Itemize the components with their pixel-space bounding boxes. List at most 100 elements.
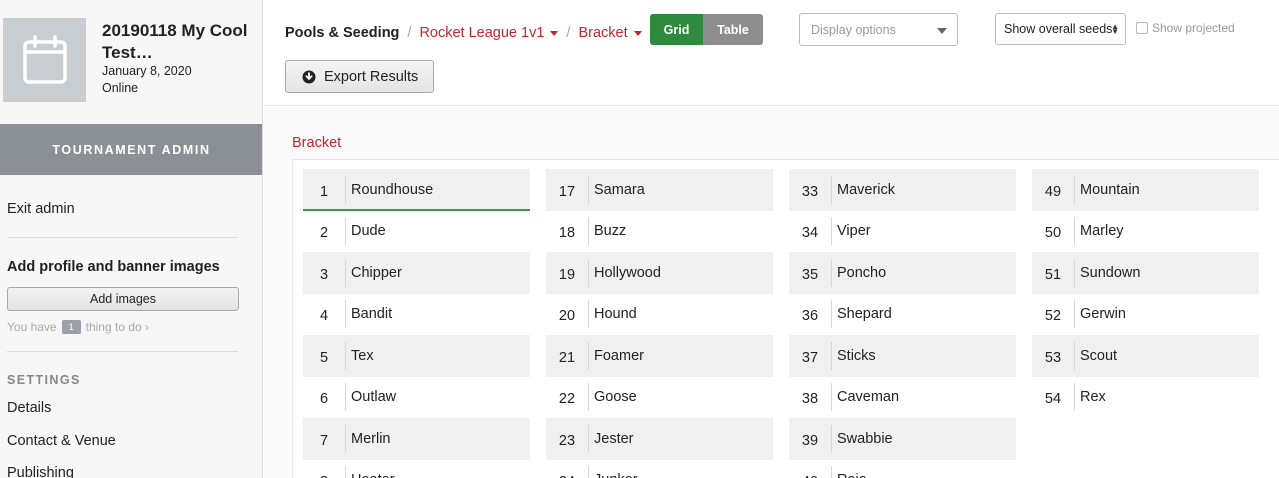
row-divider <box>831 217 832 246</box>
sidebar-item-publishing[interactable]: Publishing <box>7 465 74 478</box>
row-divider <box>345 300 346 329</box>
bracket-column: 33 Maverick 34 Viper 35 Poncho 36 Shepard 37 Stic… <box>789 169 1016 478</box>
bracket-title[interactable]: Bracket <box>292 135 341 151</box>
seed-row[interactable]: 23 Jester <box>546 418 773 460</box>
seed-number: 49 <box>1044 183 1062 200</box>
seed-row[interactable]: 6 Outlaw <box>303 377 530 419</box>
player-name: Merlin <box>351 430 391 447</box>
row-divider <box>345 424 346 453</box>
seed-row[interactable]: 37 Sticks <box>789 335 1016 377</box>
seed-row[interactable]: 5 Tex <box>303 335 530 377</box>
player-name: Junker <box>594 472 638 478</box>
player-name: Poncho <box>837 264 887 281</box>
todo-count-badge: 1 <box>61 320 81 334</box>
player-name: Marley <box>1080 223 1124 240</box>
divider <box>7 351 238 352</box>
seed-number: 22 <box>558 391 576 408</box>
player-name: Viper <box>837 223 871 240</box>
seed-row[interactable]: 21 Foamer <box>546 335 773 377</box>
show-projected-toggle[interactable]: Show projected <box>1136 21 1235 35</box>
breadcrumb-phase-dropdown[interactable]: Bracket <box>578 25 642 41</box>
row-divider <box>588 466 589 478</box>
row-divider <box>588 424 589 453</box>
display-options-placeholder: Display options <box>811 22 896 37</box>
row-divider <box>345 341 346 370</box>
row-divider <box>1074 383 1075 412</box>
seed-number: 39 <box>801 432 819 449</box>
seed-row[interactable]: 17 Samara <box>546 169 773 211</box>
seed-row[interactable]: 2 Dude <box>303 211 530 253</box>
seed-row[interactable]: 1 Roundhouse <box>303 169 530 211</box>
player-name: Gerwin <box>1080 306 1126 323</box>
player-name: Buzz <box>594 223 627 240</box>
player-name: Foamer <box>594 347 644 364</box>
seed-row[interactable]: 3 Chipper <box>303 252 530 294</box>
seed-number: 37 <box>801 349 819 366</box>
row-divider <box>831 258 832 287</box>
export-results-button[interactable]: Export Results <box>285 60 434 93</box>
seed-row[interactable]: 54 Rex <box>1032 377 1259 419</box>
seed-number: 38 <box>801 391 819 408</box>
seed-number: 34 <box>801 225 819 242</box>
row-divider <box>831 175 832 204</box>
seed-row[interactable]: 39 Swabbie <box>789 418 1016 460</box>
table-view-button[interactable]: Table <box>703 14 763 45</box>
seed-row[interactable]: 4 Bandit <box>303 294 530 336</box>
seed-number: 35 <box>801 266 819 283</box>
player-name: Outlaw <box>351 389 397 406</box>
row-divider <box>588 383 589 412</box>
seed-row[interactable]: 38 Caveman <box>789 377 1016 419</box>
main-content: Bracket 1 Roundhouse 2 Dude 3 Chipper 4 Bandit 5… <box>264 107 1279 478</box>
seed-row[interactable]: 7 Merlin <box>303 418 530 460</box>
player-name: Dude <box>351 223 386 240</box>
seeds-select[interactable]: Show overall seeds ▲ ▼ <box>995 13 1126 45</box>
add-images-button[interactable]: Add images <box>7 287 239 311</box>
row-divider <box>588 258 589 287</box>
download-circle-icon <box>302 70 316 84</box>
bracket-grid: 1 Roundhouse 2 Dude 3 Chipper 4 Bandit 5 Tex 6 Outl… <box>292 159 1279 478</box>
seed-number: 3 <box>319 266 329 283</box>
breadcrumb-root[interactable]: Pools & Seeding <box>285 25 399 41</box>
seed-number: 24 <box>546 470 588 478</box>
seed-row[interactable]: 51 Sundown <box>1032 252 1259 294</box>
sidebar-item-details[interactable]: Details <box>7 400 51 416</box>
seed-number: 54 <box>1044 391 1062 408</box>
seed-row[interactable]: 20 Hound <box>546 294 773 336</box>
seed-row[interactable]: 50 Marley <box>1032 211 1259 253</box>
row-divider <box>345 175 346 204</box>
seed-row[interactable]: 52 Gerwin <box>1032 294 1259 336</box>
seed-row[interactable]: 24 Junker <box>546 460 773 478</box>
caret-down-icon <box>633 30 642 36</box>
seed-row[interactable]: 18 Buzz <box>546 211 773 253</box>
seed-row[interactable]: 35 Poncho <box>789 252 1016 294</box>
grid-view-button[interactable]: Grid <box>650 14 703 45</box>
sidebar-item-contact-venue[interactable]: Contact & Venue <box>7 433 116 449</box>
exit-admin-link[interactable]: Exit admin <box>7 201 75 217</box>
tournament-thumbnail[interactable] <box>3 18 86 102</box>
seed-row[interactable]: 53 Scout <box>1032 335 1259 377</box>
seed-row[interactable]: 36 Shepard <box>789 294 1016 336</box>
caret-down-icon <box>550 30 559 36</box>
player-name: Heater <box>351 472 395 478</box>
row-divider <box>588 217 589 246</box>
seed-row[interactable]: 22 Goose <box>546 377 773 419</box>
tournament-title[interactable]: 20190118 My Cool Test… <box>102 20 252 64</box>
row-divider <box>345 466 346 478</box>
seed-row[interactable]: 19 Hollywood <box>546 252 773 294</box>
seed-row[interactable]: 49 Mountain <box>1032 169 1259 211</box>
seed-row[interactable]: 33 Maverick <box>789 169 1016 211</box>
row-divider <box>345 217 346 246</box>
player-name: Chipper <box>351 264 402 281</box>
seed-row[interactable]: 34 Viper <box>789 211 1016 253</box>
breadcrumb-event-dropdown[interactable]: Rocket League 1v1 <box>419 25 559 41</box>
seed-row[interactable]: 40 Raja <box>789 460 1016 478</box>
display-options-select[interactable]: Display options <box>799 13 958 46</box>
player-name: Goose <box>594 389 637 406</box>
seed-number: 7 <box>319 432 329 449</box>
divider <box>7 237 238 238</box>
todo-notice[interactable]: You have 1 thing to do › <box>7 320 149 334</box>
seed-number: 53 <box>1044 349 1062 366</box>
row-divider <box>1074 341 1075 370</box>
seed-row[interactable]: 8 Heater <box>303 460 530 478</box>
show-projected-checkbox[interactable] <box>1136 22 1148 34</box>
